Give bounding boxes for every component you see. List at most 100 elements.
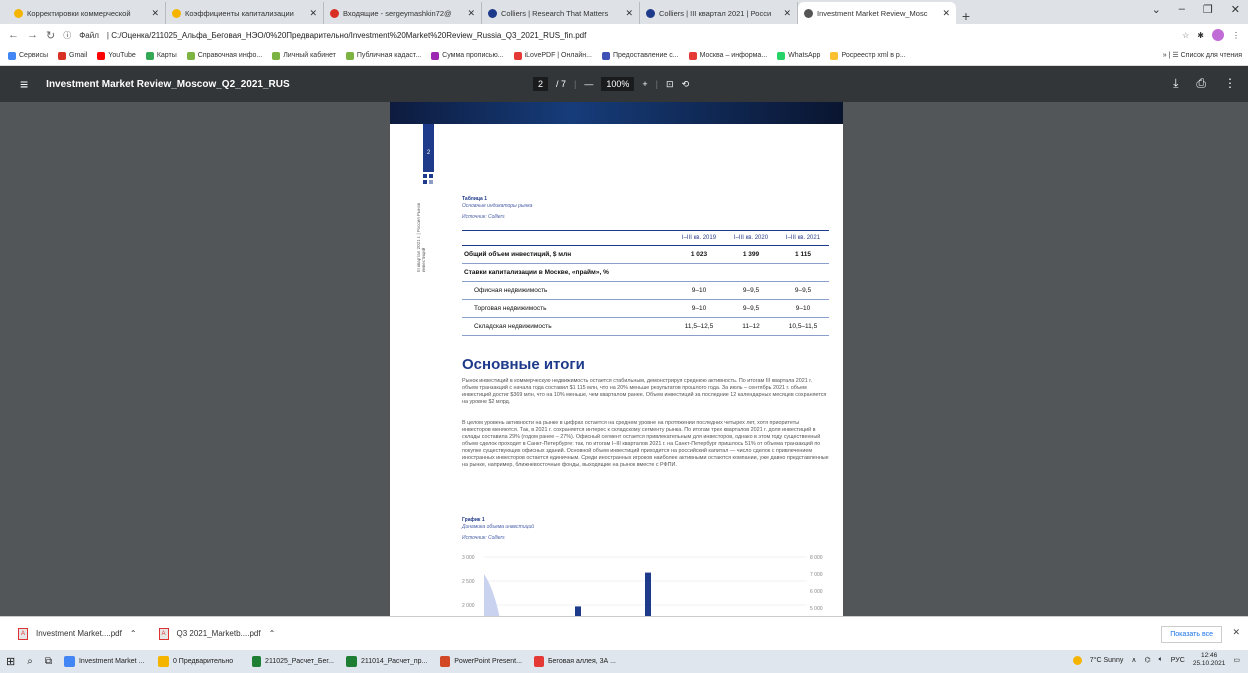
- search-icon[interactable]: ⌕: [21, 650, 39, 673]
- taskbar-app[interactable]: PowerPoint Present...: [434, 650, 528, 673]
- weather-text[interactable]: 7°C Sunny: [1090, 657, 1124, 664]
- separator: |: [655, 79, 659, 89]
- bookmark-label: Gmail: [69, 52, 88, 59]
- y-tick-right: 6 000: [810, 589, 823, 595]
- page-total: / 7: [556, 79, 567, 89]
- zoom-out-icon[interactable]: —: [584, 79, 593, 89]
- chevron-up-icon[interactable]: ⌃: [130, 629, 137, 638]
- bookmark-item[interactable]: Публичная кадаст...: [345, 51, 421, 60]
- url-field[interactable]: | C:/Оценка/211025_Альфа_Беговая_НЭО/0%2…: [107, 31, 1174, 40]
- bookmark-star-icon[interactable]: ☆: [1182, 31, 1189, 40]
- tab-favicon-icon: [804, 8, 813, 18]
- bookmark-item[interactable]: Карты: [145, 51, 177, 60]
- clock[interactable]: 12:46 25.10.2021: [1193, 652, 1226, 668]
- chart-bar: [575, 606, 581, 616]
- table-source: Источник: Colliers: [462, 214, 505, 220]
- info-icon[interactable]: ⓘ: [63, 30, 71, 41]
- bookmark-label: Росреестр xml в p...: [841, 52, 906, 59]
- print-icon[interactable]: ⎙: [1196, 76, 1206, 91]
- volume-icon[interactable]: 🔈︎: [1159, 656, 1163, 664]
- tab-close-icon[interactable]: ✕: [309, 8, 317, 19]
- browser-tab[interactable]: Корректировки коммерческой ✕: [8, 2, 166, 24]
- tray-chevron-icon[interactable]: ∧: [1131, 656, 1136, 664]
- zoom-in-icon[interactable]: +: [642, 79, 647, 89]
- app-icon: [157, 656, 169, 667]
- tab-close-icon[interactable]: ✕: [151, 8, 159, 19]
- pdf-viewer[interactable]: 2 III квартал 2021 г. | Россия Рынок инв…: [0, 102, 1248, 616]
- bookmark-item[interactable]: Справочная инфо...: [186, 51, 262, 60]
- y-tick-right: 5 000: [810, 606, 823, 612]
- bookmark-item[interactable]: Сумма прописью...: [431, 51, 504, 60]
- page-number-input[interactable]: 2: [533, 77, 549, 91]
- hamburger-menu-icon[interactable]: ≡: [20, 76, 28, 92]
- browser-tab[interactable]: Коэффициенты капитализации ✕: [166, 2, 324, 24]
- bookmark-item[interactable]: Сервисы: [8, 51, 49, 60]
- download-item[interactable]: A Investment Market....pdf ⌃: [18, 627, 137, 640]
- back-icon[interactable]: ←: [8, 29, 19, 41]
- task-view-icon[interactable]: ⧉: [39, 650, 58, 673]
- bookmark-item[interactable]: Москва – информа...: [688, 51, 767, 60]
- close-downloads-icon[interactable]: ✕: [1232, 627, 1240, 638]
- pdf-controls: 2 / 7 | — 100% + | ⊡ ⟲: [533, 77, 689, 91]
- bookmark-label: Сервисы: [19, 52, 49, 59]
- browser-menu-icon[interactable]: ⋮: [1232, 31, 1240, 40]
- notifications-icon[interactable]: ▭: [1233, 656, 1240, 664]
- app-label: 211025_Расчет_Бег...: [265, 658, 334, 665]
- bookmark-item[interactable]: Личный кабинет: [272, 51, 336, 60]
- language-indicator[interactable]: РУС: [1171, 657, 1185, 664]
- bookmark-item[interactable]: Предоставление с...: [601, 51, 679, 60]
- network-icon[interactable]: ⌬: [1144, 656, 1150, 664]
- table-cell-value: 10,5–11,5: [777, 317, 829, 336]
- y-tick-left: 3 000: [462, 555, 475, 561]
- close-window-icon[interactable]: ✕: [1231, 3, 1240, 16]
- pdf-toolbar: ≡ Investment Market Review_Moscow_Q2_202…: [0, 66, 1248, 102]
- taskbar-app[interactable]: 0 Предварительно: [152, 650, 246, 673]
- reading-list[interactable]: » | ☰ Список для чтения: [1163, 51, 1242, 59]
- table-cell-value: 9–10: [673, 281, 725, 300]
- bookmark-item[interactable]: iLovePDF | Онлайн...: [513, 51, 592, 60]
- download-item[interactable]: A Q3 2021_Marketb....pdf ⌃: [158, 627, 276, 640]
- restore-icon[interactable]: ❐: [1203, 3, 1213, 16]
- taskbar-app[interactable]: 211025_Расчет_Бег...: [246, 650, 340, 673]
- minimize-icon[interactable]: –: [1179, 3, 1185, 16]
- rotate-icon[interactable]: ⟲: [682, 79, 690, 90]
- browser-tab[interactable]: Investment Market Review_Mosc ✕: [798, 2, 956, 24]
- bookmark-item[interactable]: Росреестр xml в p...: [830, 51, 906, 60]
- tab-strip: Корректировки коммерческой ✕ Коэффициенты …: [0, 2, 956, 24]
- browser-tab[interactable]: Colliers | III квартал 2021 | Росси ✕: [640, 2, 798, 24]
- download-icon[interactable]: ⤓: [1173, 76, 1178, 91]
- app-label: Investment Market ...: [78, 658, 145, 665]
- bookmark-item[interactable]: Gmail: [58, 51, 88, 60]
- bookmark-icon: [58, 51, 67, 60]
- start-button[interactable]: ⊞: [0, 650, 21, 673]
- logo-square: [429, 180, 433, 184]
- bookmark-label: YouTube: [108, 52, 136, 59]
- bookmark-icon: [601, 51, 610, 60]
- table-row: Складская недвижимость 11,5–12,5 11–12 10,5…: [462, 317, 829, 336]
- chevron-up-icon[interactable]: ⌃: [269, 629, 276, 638]
- forward-icon[interactable]: →: [27, 29, 38, 41]
- tab-close-icon[interactable]: ✕: [625, 8, 633, 19]
- tab-search-icon[interactable]: ⌄: [1152, 3, 1161, 16]
- show-all-button[interactable]: Показать все: [1161, 626, 1222, 643]
- table-cell-value: 11,5–12,5: [673, 317, 725, 336]
- zoom-input[interactable]: 100%: [601, 77, 635, 91]
- taskbar-app[interactable]: Investment Market ...: [58, 650, 152, 673]
- tab-close-icon[interactable]: ✕: [467, 8, 475, 19]
- taskbar-app[interactable]: Беговая аллея, 3А ...: [528, 650, 622, 673]
- new-tab-button[interactable]: +: [956, 8, 976, 24]
- reload-icon[interactable]: ↻: [46, 29, 55, 42]
- app-icon: [533, 656, 544, 667]
- profile-avatar[interactable]: [1212, 29, 1224, 41]
- bookmark-label: Сумма прописью...: [442, 52, 504, 59]
- browser-tab[interactable]: Colliers | Research That Matters ✕: [482, 2, 640, 24]
- more-options-icon[interactable]: ⋮: [1224, 76, 1236, 91]
- tab-close-icon[interactable]: ✕: [942, 8, 950, 19]
- extension-icon[interactable]: ✱: [1197, 31, 1204, 40]
- fit-page-icon[interactable]: ⊡: [666, 79, 674, 90]
- bookmark-item[interactable]: WhatsApp: [777, 51, 820, 60]
- bookmark-item[interactable]: YouTube: [97, 51, 136, 60]
- browser-tab[interactable]: Входящие - sergeymashkin72@ ✕: [324, 2, 482, 24]
- tab-close-icon[interactable]: ✕: [783, 8, 791, 19]
- taskbar-app[interactable]: 211014_Расчет_пр...: [340, 650, 434, 673]
